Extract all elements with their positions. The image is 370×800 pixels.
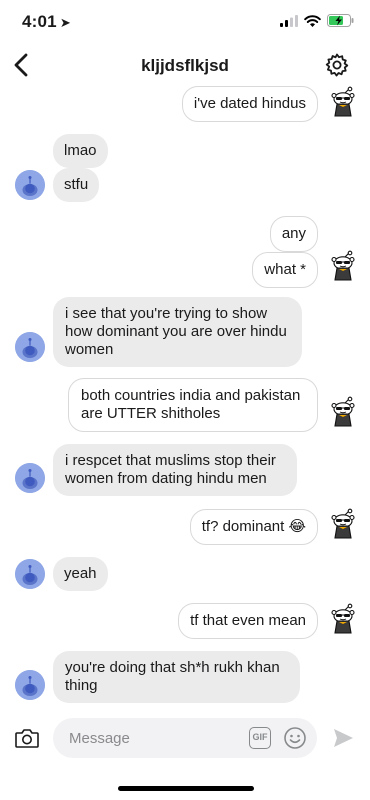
my-message: tf that even mean [178, 603, 318, 639]
camera-icon[interactable] [14, 726, 40, 750]
send-icon[interactable] [331, 726, 355, 750]
snoo-avatar-icon [15, 332, 45, 362]
their-message: lmao [53, 134, 108, 168]
their-message: i see that you're trying to show how dom… [53, 297, 302, 367]
gif-button[interactable]: GIF [249, 727, 271, 749]
status-time: 4:01 ➤ [22, 12, 71, 32]
snoo-avatar-icon [15, 170, 45, 200]
message-composer: GIF [0, 712, 370, 768]
clock-text: 4:01 [22, 12, 57, 31]
battery-charging-icon [327, 14, 354, 27]
gear-icon[interactable] [324, 52, 350, 78]
my-message: i've dated hindus [181, 86, 318, 122]
emoji-icon[interactable] [283, 726, 307, 750]
their-message: yeah [53, 557, 108, 591]
their-message: stfu [53, 168, 100, 202]
home-indicator [118, 786, 254, 791]
snoo-avatar-icon [15, 670, 45, 700]
chat-title: kljjdsflkjsd [141, 56, 229, 75]
their-message: you're doing that sh*h rukh khan thing [53, 651, 300, 703]
location-arrow-icon: ➤ [59, 15, 71, 30]
status-icons [280, 14, 354, 27]
chat-header: kljjdsflkjsd [0, 46, 370, 86]
cellular-signal-icon [280, 14, 298, 27]
their-message: i respcet that muslims stop their women … [53, 444, 297, 496]
message-thread: i've dated hindus lmao stfu any what * i… [0, 86, 370, 712]
snoo-sunglasses-avatar-icon [331, 603, 355, 634]
my-message: both countries india and pakistan are UT… [68, 378, 318, 432]
my-message: any [269, 216, 318, 252]
snoo-avatar-icon [15, 559, 45, 589]
snoo-sunglasses-avatar-icon [331, 250, 355, 281]
my-message: tf? dominant 😂 [189, 509, 318, 545]
snoo-sunglasses-avatar-icon [331, 86, 355, 117]
my-message: what * [252, 252, 318, 288]
snoo-avatar-icon [15, 463, 45, 493]
message-input[interactable] [69, 718, 239, 758]
wifi-icon [304, 14, 321, 27]
snoo-sunglasses-avatar-icon [331, 508, 355, 539]
snoo-sunglasses-avatar-icon [331, 396, 355, 427]
message-field: GIF [53, 718, 317, 758]
status-bar: 4:01 ➤ [0, 0, 370, 44]
